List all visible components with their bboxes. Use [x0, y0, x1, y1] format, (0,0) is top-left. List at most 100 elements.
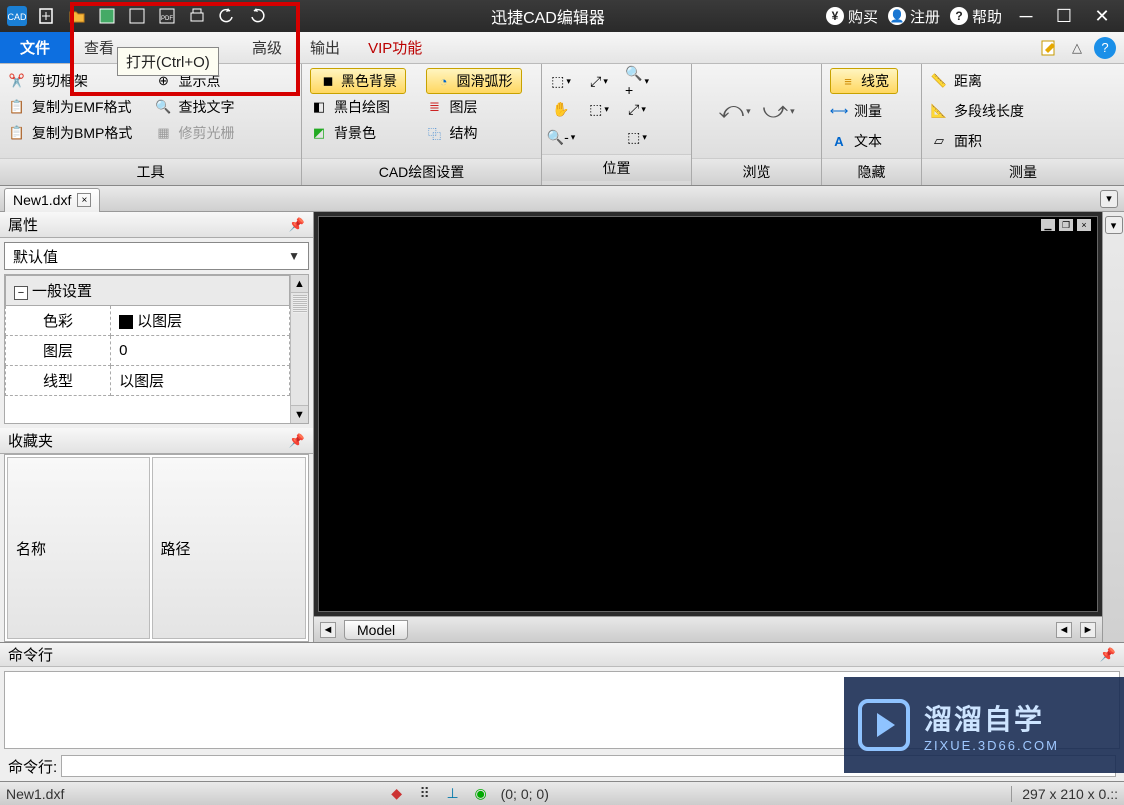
layers-button[interactable]: ≣图层: [424, 94, 536, 120]
pos-btn-3[interactable]: 🔍+: [624, 68, 650, 94]
model-tabstrip: ◄ Model ◄ ►: [314, 616, 1102, 642]
menu-vip[interactable]: VIP功能: [354, 32, 436, 63]
qat-save-icon[interactable]: [94, 3, 120, 29]
pos-btn-2[interactable]: ⤢: [586, 68, 612, 94]
qat-saveas-icon[interactable]: [124, 3, 150, 29]
status-cursor-icon[interactable]: ◆: [389, 786, 405, 802]
pos-btn-7[interactable]: ⬚: [624, 124, 650, 150]
options-icon[interactable]: △: [1066, 37, 1088, 59]
ruler-icon: ⟷: [830, 102, 848, 120]
default-dropdown[interactable]: 默认值: [4, 242, 309, 270]
arc-icon: ◔: [435, 72, 453, 90]
qat-new-icon[interactable]: [34, 3, 60, 29]
right-edge-bar: ▾: [1102, 212, 1124, 642]
pan-button[interactable]: ✋: [548, 96, 574, 122]
structure-button[interactable]: ⿻结构: [424, 120, 536, 146]
prop-row-color[interactable]: 色彩以图层: [6, 306, 290, 336]
pin-icon[interactable]: 📌: [289, 217, 305, 233]
model-tab[interactable]: Model: [344, 620, 408, 640]
canvas-close-icon[interactable]: ×: [1077, 219, 1091, 231]
qat-open-icon[interactable]: [64, 3, 90, 29]
scroll-thumb[interactable]: [293, 295, 307, 313]
lineweight-icon: ≡: [839, 72, 857, 90]
register-button[interactable]: 👤注册: [888, 6, 940, 27]
pin-icon[interactable]: 📌: [289, 433, 305, 449]
text-icon: A: [830, 132, 848, 150]
pos-btn-4[interactable]: ⬚: [586, 96, 612, 122]
buy-button[interactable]: ¥购买: [826, 6, 878, 27]
command-panel-title: 命令行: [8, 644, 53, 665]
canvas-restore-icon[interactable]: ❐: [1059, 219, 1073, 231]
tab-close-button[interactable]: ×: [77, 193, 91, 207]
trim-raster-button: ▦修剪光栅: [153, 120, 296, 146]
close-button[interactable]: ✕: [1088, 6, 1116, 27]
watermark-url: ZIXUE.3D66.COM: [924, 738, 1059, 753]
right-expand-button[interactable]: ▾: [1105, 216, 1123, 234]
collapse-icon[interactable]: −: [14, 286, 28, 300]
area-button[interactable]: ▱面积: [928, 128, 1118, 154]
browse-fwd-button[interactable]: ⤻: [766, 98, 792, 124]
pos-btn-6[interactable]: 🔍-: [548, 124, 574, 150]
qat-undo-icon[interactable]: [214, 3, 240, 29]
prop-row-linetype[interactable]: 线型以图层: [6, 366, 290, 396]
polylength-button[interactable]: 📐多段线长度: [928, 98, 1118, 124]
question-icon: ?: [950, 7, 968, 25]
document-tab[interactable]: New1.dxf ×: [4, 188, 100, 212]
scroll-down-icon[interactable]: ▼: [291, 405, 308, 423]
smooth-arc-button[interactable]: ◔圆滑弧形: [426, 68, 522, 94]
menu-output[interactable]: 输出: [296, 32, 354, 63]
canvas-min-icon[interactable]: ▁: [1041, 219, 1055, 231]
ribbon: ✂️剪切框架 📋复制为EMF格式 📋复制为BMP格式 ⊕显示点 🔍查找文字 ▦修…: [0, 64, 1124, 186]
maximize-button[interactable]: ☐: [1050, 6, 1078, 27]
status-ortho-icon[interactable]: ⊥: [445, 786, 461, 802]
status-snap-icon[interactable]: ◉: [473, 786, 489, 802]
qat-pdf-icon[interactable]: PDF: [154, 3, 180, 29]
cad-group-label: CAD绘图设置: [302, 158, 541, 185]
status-paper: 297 x 210 x 0.::: [1011, 786, 1118, 802]
tabstrip-expand-button[interactable]: ▾: [1100, 190, 1118, 208]
menu-file[interactable]: 文件: [0, 32, 70, 63]
fav-col-path[interactable]: 路径: [152, 457, 306, 639]
status-grid-icon[interactable]: ⠿: [417, 786, 433, 802]
prop-row-layer[interactable]: 图层0: [6, 336, 290, 366]
drawing-canvas[interactable]: ▁ ❐ ×: [318, 216, 1098, 612]
pos-btn-1[interactable]: ⬚: [548, 68, 574, 94]
qat-print-icon[interactable]: [184, 3, 210, 29]
hscroll-right[interactable]: ►: [1080, 622, 1096, 638]
fav-col-name[interactable]: 名称: [7, 457, 150, 639]
properties-scrollbar[interactable]: ▲ ▼: [290, 275, 308, 423]
left-panel: 属性 📌 默认值 −一般设置 色彩以图层 图层0 线型以图层 ▲ ▼ 收藏夹: [0, 212, 314, 642]
text-hide-button[interactable]: A文本: [828, 128, 915, 154]
grid-icon: ▦: [155, 124, 173, 142]
model-prev-button[interactable]: ◄: [320, 622, 336, 638]
command-prompt-label: 命令行:: [8, 756, 57, 777]
distance-button[interactable]: 📏距离: [928, 68, 1118, 94]
scroll-up-icon[interactable]: ▲: [291, 275, 308, 293]
titlebar: CAD PDF 迅捷CAD编辑器 ¥购买 👤注册 ?帮助 ─ ☐ ✕: [0, 0, 1124, 32]
notepad-icon[interactable]: [1038, 37, 1060, 59]
menu-advanced[interactable]: 高级: [238, 32, 296, 63]
lineweight-button[interactable]: ≡线宽: [830, 68, 898, 94]
measure-hide-button[interactable]: ⟷测量: [828, 98, 915, 124]
bw-icon: ◧: [310, 98, 328, 116]
bg-color-button[interactable]: ◩背景色: [308, 120, 420, 146]
black-bg-icon: ◼: [319, 72, 337, 90]
help-button[interactable]: ?帮助: [950, 6, 1002, 27]
copy-emf-button[interactable]: 📋复制为EMF格式: [6, 94, 149, 120]
favorites-panel-header: 收藏夹 📌: [0, 428, 313, 454]
browse-back-button[interactable]: ⤺: [722, 98, 748, 124]
black-bg-button[interactable]: ◼黑色背景: [310, 68, 406, 94]
hscroll-left[interactable]: ◄: [1056, 622, 1072, 638]
open-tooltip: 打开(Ctrl+O): [117, 47, 219, 76]
bw-draw-button[interactable]: ◧黑白绘图: [308, 94, 420, 120]
help-icon[interactable]: ?: [1094, 37, 1116, 59]
properties-panel-header: 属性 📌: [0, 212, 313, 238]
pin-icon[interactable]: 📌: [1100, 647, 1116, 663]
minimize-button[interactable]: ─: [1012, 6, 1040, 27]
general-section-label: 一般设置: [32, 283, 92, 300]
distance-icon: 📏: [930, 72, 948, 90]
pos-btn-5[interactable]: ⤢: [624, 96, 650, 122]
find-text-button[interactable]: 🔍查找文字: [153, 94, 296, 120]
qat-redo-icon[interactable]: [244, 3, 270, 29]
copy-bmp-button[interactable]: 📋复制为BMP格式: [6, 120, 149, 146]
